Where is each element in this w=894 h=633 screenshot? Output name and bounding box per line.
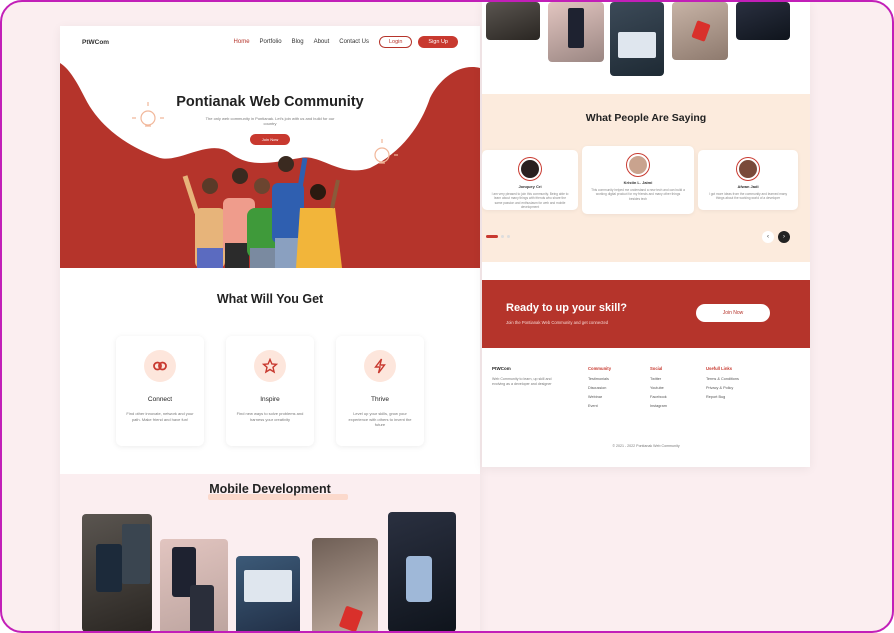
copyright-icon: © xyxy=(612,444,615,448)
footer-link[interactable]: Youtube xyxy=(650,386,706,390)
footer-link[interactable]: Testimonials xyxy=(588,377,650,381)
footer-logo[interactable]: PtWCom xyxy=(492,366,588,371)
cta-join-button[interactable]: Join Now xyxy=(696,304,770,322)
login-button[interactable]: Login xyxy=(378,36,413,48)
feature-card-title: Thrive xyxy=(370,396,390,403)
gallery-photo[interactable] xyxy=(388,512,456,631)
testimonial-card: Kristin L. Jaimi This community helped m… xyxy=(582,146,694,214)
testimonials-title: What People Are Saying xyxy=(585,112,707,124)
feature-card-connect: Connect Find other innovate, network and… xyxy=(116,336,204,446)
copyright: © 2021 - 2022 Pontianak Web Community xyxy=(482,444,810,448)
carousel-dot[interactable] xyxy=(501,235,504,238)
cta-banner: Ready to up your skill? Join the Pontian… xyxy=(482,280,810,348)
chevron-right-icon[interactable]: › xyxy=(778,231,790,243)
cta-subtitle: Join the Pontianak Web Community and get… xyxy=(506,320,609,325)
footer-link[interactable]: Instagram xyxy=(650,404,706,408)
testimonial-name: Afwan Jadi xyxy=(737,184,759,189)
nav-link-home[interactable]: Home xyxy=(234,39,250,45)
footer-link[interactable]: Privacy & Policy xyxy=(706,386,776,390)
footer-description: Web Community to learn, up skill and evo… xyxy=(492,377,552,386)
testimonials-section: What People Are Saying Jonquey Cri I am … xyxy=(482,94,810,262)
cta-title: Ready to up your skill? xyxy=(506,302,628,314)
feature-card-title: Connect xyxy=(147,396,173,403)
testimonial-card: Jonquey Cri I am very pleased to join th… xyxy=(482,150,578,210)
gallery-photo[interactable] xyxy=(160,539,228,631)
nav-link-contact[interactable]: Contact Us xyxy=(339,39,369,45)
footer: PtWCom Web Community to learn, up skill … xyxy=(482,348,810,467)
carousel-arrows: ‹ › xyxy=(762,231,790,243)
gallery-top-row xyxy=(482,2,810,92)
site-logo[interactable]: PtWCom xyxy=(82,39,224,46)
gallery-photo[interactable] xyxy=(486,2,540,40)
testimonial-card: Afwan Jadi I got more ideas from the com… xyxy=(698,150,798,210)
hero-subtitle: The only web community in Pontianak. Let… xyxy=(205,116,335,126)
avatar xyxy=(737,158,759,180)
carousel-dots xyxy=(486,235,510,238)
star-icon xyxy=(254,350,286,382)
mobile-development-section: Mobile Development xyxy=(60,474,480,631)
gallery-photo[interactable] xyxy=(672,2,728,60)
testimonial-text: This community helped me understand a ne… xyxy=(591,188,685,201)
avatar xyxy=(627,154,649,176)
signup-button[interactable]: Sign Up xyxy=(418,36,458,48)
mobile-section-title: Mobile Development xyxy=(209,482,331,496)
footer-column-community: Community Testimonials Discussion Webina… xyxy=(588,366,650,413)
footer-heading: Usefull Links xyxy=(706,366,733,371)
hero-section: Pontianak Web Community The only web com… xyxy=(60,58,480,268)
copyright-text: 2021 - 2022 Pontianak Web Community xyxy=(615,444,680,448)
footer-link[interactable]: Twitter xyxy=(650,377,706,381)
nav-link-about[interactable]: About xyxy=(314,39,330,45)
carousel-dot-active[interactable] xyxy=(486,235,498,238)
footer-link[interactable]: Webinar xyxy=(588,395,650,399)
footer-link[interactable]: Terms & Conditions xyxy=(706,377,776,381)
features-title: What Will You Get xyxy=(216,292,324,306)
carousel-dot[interactable] xyxy=(507,235,510,238)
footer-column-social: Social Twitter Youtube Facebook Instagra… xyxy=(650,366,706,413)
footer-heading: Community xyxy=(588,366,612,371)
testimonial-text: I got more ideas from the community and … xyxy=(708,192,788,201)
lightning-icon xyxy=(364,350,396,382)
feature-card-desc: Find new ways to solve problems and harn… xyxy=(236,411,304,422)
landing-page-right: What People Are Saying Jonquey Cri I am … xyxy=(482,2,810,467)
footer-link[interactable]: Discussion xyxy=(588,386,650,390)
testimonial-name: Jonquey Cri xyxy=(518,184,542,189)
gallery-photo[interactable] xyxy=(312,538,378,631)
feature-card-thrive: Thrive Level up your skills, grow your e… xyxy=(336,336,424,446)
gallery-photo[interactable] xyxy=(610,2,664,76)
feature-cards: Connect Find other innovate, network and… xyxy=(60,336,480,446)
footer-link[interactable]: Report Bug xyxy=(706,395,776,399)
gallery-photo[interactable] xyxy=(548,2,604,62)
chevron-left-icon[interactable]: ‹ xyxy=(762,231,774,243)
gallery-photo[interactable] xyxy=(736,2,790,40)
gallery-photo[interactable] xyxy=(236,556,300,631)
feature-card-desc: Level up your skills, grow your experien… xyxy=(348,411,412,427)
gallery-photo[interactable] xyxy=(82,514,152,631)
footer-link[interactable]: Event xyxy=(588,404,650,408)
hero-illustration xyxy=(60,58,480,268)
feature-card-inspire: Inspire Find new ways to solve problems … xyxy=(226,336,314,446)
feature-card-title: Inspire xyxy=(260,396,280,403)
nav-link-blog[interactable]: Blog xyxy=(292,39,304,45)
hero-title: Pontianak Web Community xyxy=(176,94,364,110)
hero-join-button[interactable]: Join Now xyxy=(250,134,290,145)
top-nav: PtWCom Home Portfolio Blog About Contact… xyxy=(60,26,480,58)
link-icon xyxy=(144,350,176,382)
landing-page-left: PtWCom Home Portfolio Blog About Contact… xyxy=(60,26,480,631)
showcase-frame: PtWCom Home Portfolio Blog About Contact… xyxy=(0,0,894,633)
footer-column-links: Usefull Links Terms & Conditions Privacy… xyxy=(706,366,776,413)
footer-link[interactable]: Facebook xyxy=(650,395,706,399)
footer-heading: Social xyxy=(650,366,663,371)
testimonial-text: I am very pleased to join this community… xyxy=(491,192,569,210)
nav-link-portfolio[interactable]: Portfolio xyxy=(260,39,282,45)
footer-brand: PtWCom Web Community to learn, up skill … xyxy=(492,366,588,413)
avatar xyxy=(519,158,541,180)
testimonial-name: Kristin L. Jaimi xyxy=(623,180,653,185)
feature-card-desc: Find other innovate, network and your pa… xyxy=(126,411,194,422)
